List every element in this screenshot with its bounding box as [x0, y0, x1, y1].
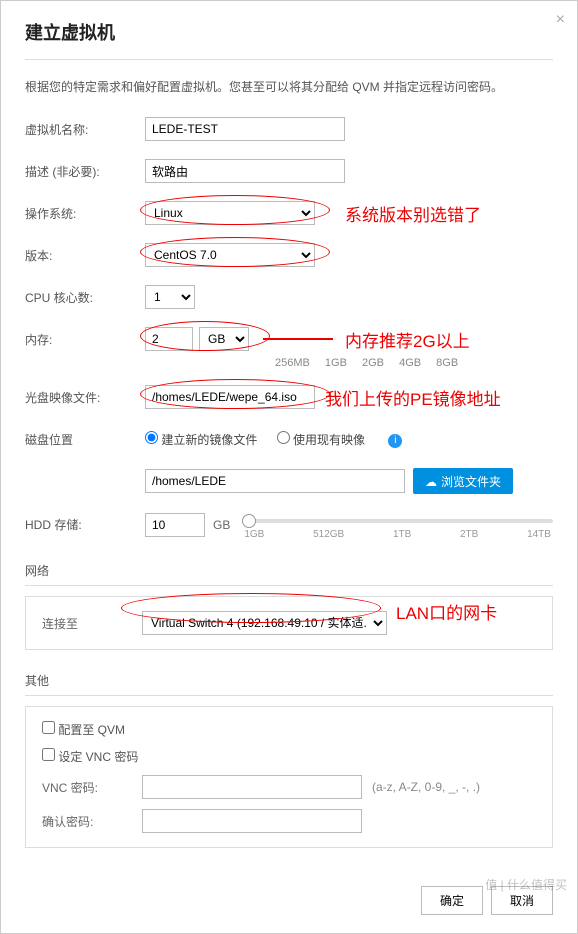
other-section-header: 其他: [25, 672, 553, 696]
os-select[interactable]: Linux: [145, 201, 315, 225]
vnc-pwd-label: VNC 密码:: [42, 779, 142, 796]
cloud-icon: ☁: [425, 475, 437, 489]
disk-path-input[interactable]: [145, 469, 405, 493]
vnc-pwd-input[interactable]: [142, 775, 362, 799]
password-hint: (a-z, A-Z, 0-9, _, -, .): [372, 780, 480, 794]
dialog-footer: 确定 取消: [1, 874, 577, 933]
memory-unit-select[interactable]: GB: [199, 327, 249, 351]
network-annotation: LAN口的网卡: [396, 599, 497, 624]
radio-existing-image[interactable]: 使用现有映像: [277, 433, 365, 447]
iso-label: 光盘映像文件:: [25, 389, 145, 406]
slider-thumb[interactable]: [242, 514, 256, 528]
other-box: 配置至 QVM 设定 VNC 密码 VNC 密码: (a-z, A-Z, 0-9…: [25, 706, 553, 848]
close-icon[interactable]: ×: [556, 11, 565, 29]
memory-label: 内存:: [25, 331, 145, 348]
dialog-header: 建立虚拟机: [1, 1, 577, 59]
iso-annotation: 我们上传的PE镜像地址: [325, 385, 501, 410]
cancel-button[interactable]: 取消: [491, 886, 553, 915]
vm-name-input[interactable]: [145, 117, 345, 141]
browse-button[interactable]: ☁浏览文件夹: [413, 468, 513, 494]
confirm-pwd-label: 确认密码:: [42, 813, 142, 830]
hdd-slider[interactable]: 1GB 512GB 1TB 2TB 14TB: [242, 509, 553, 540]
set-vnc-checkbox[interactable]: [42, 748, 55, 761]
os-annotation: 系统版本别选错了: [345, 201, 481, 226]
hdd-unit: GB: [213, 518, 230, 532]
description-label: 描述 (非必要):: [25, 163, 145, 180]
disk-radio-group: 建立新的镜像文件 使用现有映像 i: [145, 431, 402, 448]
disk-location-label: 磁盘位置: [25, 431, 145, 448]
slider-ticks: 1GB 512GB 1TB 2TB 14TB: [242, 529, 553, 540]
memory-presets: 256MB 1GB 2GB 4GB 8GB: [145, 357, 553, 369]
hdd-label: HDD 存储:: [25, 516, 145, 533]
assign-qvm-row[interactable]: 配置至 QVM: [42, 721, 536, 738]
assign-qvm-checkbox[interactable]: [42, 721, 55, 734]
version-select[interactable]: CentOS 7.0: [145, 243, 315, 267]
cpu-label: CPU 核心数:: [25, 289, 145, 306]
network-box: 连接至 Virtual Switch 4 (192.168.49.10 / 实体…: [25, 596, 553, 650]
description-input[interactable]: [145, 159, 345, 183]
set-vnc-row[interactable]: 设定 VNC 密码: [42, 748, 536, 765]
ok-button[interactable]: 确定: [421, 886, 483, 915]
dialog-title: 建立虚拟机: [25, 19, 553, 45]
version-label: 版本:: [25, 247, 145, 264]
network-select[interactable]: Virtual Switch 4 (192.168.49.10 / 实体适...: [142, 611, 387, 635]
create-vm-dialog: × 建立虚拟机 根据您的特定需求和偏好配置虚拟机。您甚至可以将其分配给 QVM …: [0, 0, 578, 934]
confirm-pwd-input[interactable]: [142, 809, 362, 833]
memory-input[interactable]: [145, 327, 193, 351]
connect-to-label: 连接至: [42, 615, 142, 632]
annotation-line: [263, 338, 333, 340]
cpu-select[interactable]: 1: [145, 285, 195, 309]
memory-annotation: 内存推荐2G以上: [345, 327, 470, 352]
iso-input[interactable]: [145, 385, 315, 409]
dialog-body: 根据您的特定需求和偏好配置虚拟机。您甚至可以将其分配给 QVM 并指定远程访问密…: [1, 60, 577, 874]
intro-text: 根据您的特定需求和偏好配置虚拟机。您甚至可以将其分配给 QVM 并指定远程访问密…: [25, 78, 553, 97]
os-label: 操作系统:: [25, 205, 145, 222]
vm-name-label: 虚拟机名称:: [25, 121, 145, 138]
info-icon[interactable]: i: [388, 434, 402, 448]
hdd-input[interactable]: [145, 513, 205, 537]
network-section-header: 网络: [25, 562, 553, 586]
radio-new-image[interactable]: 建立新的镜像文件: [145, 433, 257, 447]
